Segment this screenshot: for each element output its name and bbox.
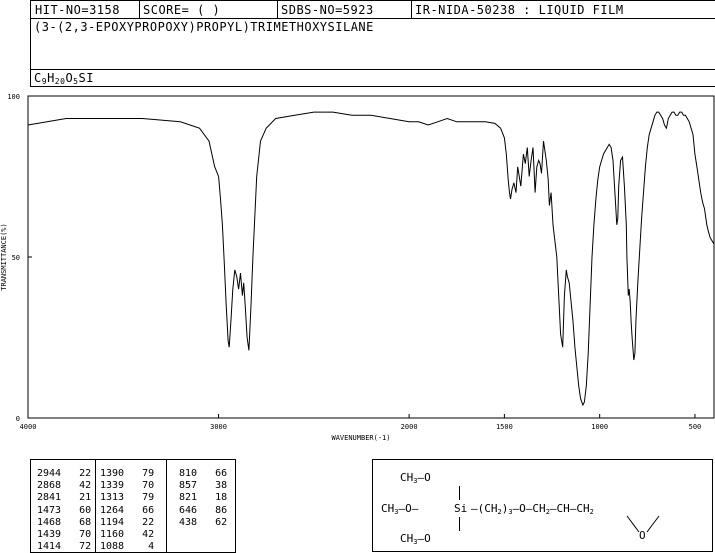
- peak-row: 646 86: [173, 505, 227, 517]
- peak-intensity: 72: [61, 541, 92, 553]
- epoxide-oxygen: O: [639, 529, 646, 542]
- x-tick-label: 2000: [401, 423, 418, 431]
- peak-table: 2944 22 2868 42 2841 21 1473 60 1468 68 1439 …: [30, 459, 236, 553]
- side-chain: —(CH2)3—O—CH2—CH—CH2: [471, 502, 594, 516]
- peak-row: 1088 4: [100, 541, 154, 553]
- peak-wavenumber: 1194: [100, 516, 125, 528]
- peak-wavenumber: 810: [173, 468, 198, 479]
- silicon-atom: Si: [454, 502, 468, 515]
- peak-intensity: 79: [124, 468, 155, 479]
- spectrum-line: [27, 111, 715, 407]
- peak-row: 2944 22: [37, 468, 91, 480]
- peak-wavenumber: 1088: [100, 541, 125, 553]
- ir-spectrum-chart: 4000 3000 2000 1500 1000 500 0 50 100 WAVENUMBE…: [0, 93, 715, 442]
- peak-row: 821 18: [173, 492, 227, 504]
- peak-column: 810 66 857 38 821 18 646 86 438 62: [173, 468, 227, 529]
- peak-row: 1468 68: [37, 517, 91, 529]
- peak-row: 857 38: [173, 480, 227, 492]
- x-tick-label: 1000: [591, 423, 608, 431]
- peak-row: 810 66: [173, 468, 227, 480]
- peak-wavenumber: 1414: [37, 541, 62, 553]
- peak-row: 1439 70: [37, 529, 91, 541]
- peak-wavenumber: 1468: [37, 516, 62, 528]
- peak-intensity: 66: [124, 504, 155, 516]
- peak-intensity: 42: [124, 529, 155, 541]
- peak-wavenumber: 1264: [100, 504, 125, 516]
- peak-wavenumber: 646: [173, 504, 198, 516]
- peak-row: 1414 72: [37, 541, 91, 553]
- y-tick-label: 100: [7, 93, 20, 101]
- peak-wavenumber: 857: [173, 480, 198, 492]
- peak-intensity: 66: [197, 468, 228, 479]
- peak-row: 1339 70: [100, 480, 154, 492]
- x-tick-label: 4000: [20, 423, 37, 431]
- peak-table-divider: [95, 460, 96, 552]
- peak-row: 438 62: [173, 517, 227, 529]
- peak-row: 2841 21: [37, 492, 91, 504]
- left-methoxy: CH3—O—: [381, 502, 419, 516]
- bottom-methoxy: CH3—O: [400, 532, 431, 546]
- x-tick-label: 3000: [210, 423, 227, 431]
- bottom-bond: [459, 517, 460, 531]
- peak-row: 1264 66: [100, 505, 154, 517]
- peak-intensity: 70: [124, 480, 155, 492]
- peak-row: 1194 22: [100, 517, 154, 529]
- peak-intensity: 21: [61, 492, 92, 504]
- peak-column: 1390 79 1339 70 1313 79 1264 66 1194 22 1160 …: [100, 468, 154, 553]
- peak-wavenumber: 2944: [37, 468, 62, 479]
- x-axis-label: WAVENUMBER(-1): [331, 434, 390, 442]
- peak-wavenumber: 821: [173, 492, 198, 504]
- y-axis-label: TRANSMITTANCE(%): [0, 223, 8, 290]
- x-tick-label: 500: [689, 423, 702, 431]
- x-tick-label: 1500: [496, 423, 513, 431]
- peak-wavenumber: 1390: [100, 468, 125, 479]
- peak-intensity: 22: [124, 516, 155, 528]
- peak-wavenumber: 2868: [37, 480, 62, 492]
- y-tick-label: 0: [16, 415, 20, 423]
- peak-intensity: 38: [197, 480, 228, 492]
- peak-intensity: 60: [61, 504, 92, 516]
- peak-intensity: 42: [61, 480, 92, 492]
- peak-wavenumber: 1439: [37, 529, 62, 541]
- peak-intensity: 70: [61, 529, 92, 541]
- y-tick-label: 50: [12, 254, 20, 262]
- top-bond: [459, 486, 460, 500]
- peak-intensity: 68: [61, 516, 92, 528]
- peak-row: 2868 42: [37, 480, 91, 492]
- peak-wavenumber: 1313: [100, 492, 125, 504]
- structure-box: CH3—O CH3—O— Si —(CH2)3—O—CH2—CH—CH2 O C…: [372, 459, 713, 552]
- peak-wavenumber: 1339: [100, 480, 125, 492]
- peak-row: 1160 42: [100, 529, 154, 541]
- peak-intensity: 79: [124, 492, 155, 504]
- peak-wavenumber: 1160: [100, 529, 125, 541]
- peak-wavenumber: 2841: [37, 492, 62, 504]
- peak-table-divider: [166, 460, 167, 552]
- peak-intensity: 4: [124, 541, 155, 553]
- peak-row: 1473 60: [37, 505, 91, 517]
- peak-row: 1313 79: [100, 492, 154, 504]
- peak-intensity: 86: [197, 504, 228, 516]
- peak-intensity: 22: [61, 468, 92, 479]
- peak-intensity: 62: [197, 516, 228, 528]
- top-methoxy: CH3—O: [400, 471, 431, 485]
- plot-frame: [27, 95, 715, 419]
- peak-intensity: 18: [197, 492, 228, 504]
- x-axis-ticks: 4000 3000 2000 1500 1000 500: [20, 414, 702, 431]
- peak-wavenumber: 438: [173, 516, 198, 528]
- peak-column: 2944 22 2868 42 2841 21 1473 60 1468 68 1439 …: [37, 468, 91, 553]
- peak-row: 1390 79: [100, 468, 154, 480]
- peak-wavenumber: 1473: [37, 504, 62, 516]
